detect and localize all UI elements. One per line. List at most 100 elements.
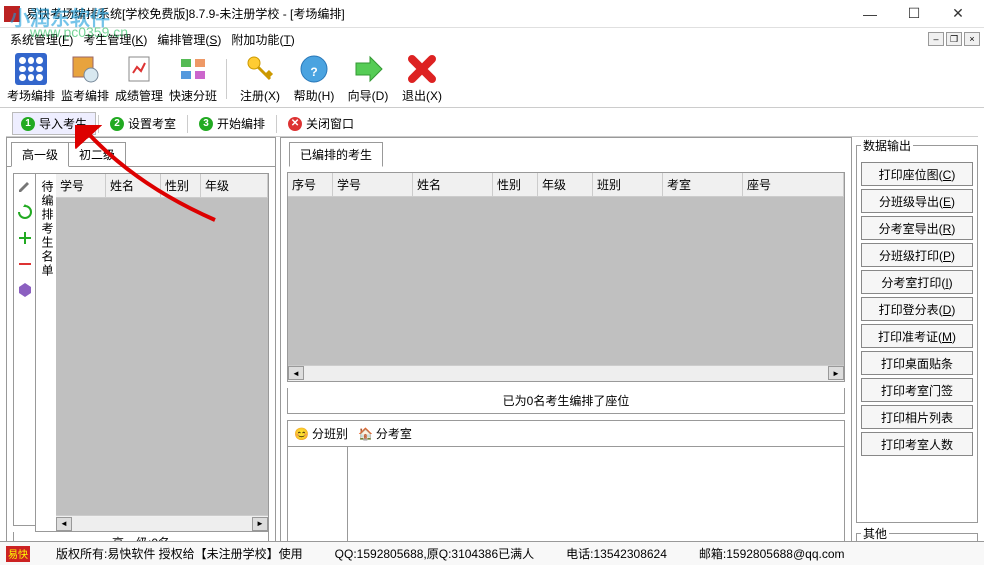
mdi-close[interactable]: × [964,32,980,46]
tab-grade2[interactable]: 初二级 [68,142,126,166]
scroll-left-icon[interactable]: ◄ [56,517,72,531]
tab-grade1[interactable]: 高一级 [11,142,69,167]
statusbar: 易快 版权所有:易快软件 授权给【未注册学校】使用 QQ:1592805688,… [0,541,984,565]
tb-score-mgr[interactable]: 成绩管理 [112,52,166,106]
content-area: 高一级 初二级 待编排考生名单 学号 姓名 性别 [0,137,984,563]
sub-set-room[interactable]: 2 设置考室 [101,112,185,135]
key-icon [244,53,276,85]
close-button[interactable]: ✕ [936,1,980,27]
tb-register[interactable]: 注册(X) [233,52,287,106]
group-other-title: 其他 [861,525,889,542]
col-name[interactable]: 姓名 [106,174,161,197]
edit-icon[interactable] [17,178,33,194]
grid-icon [15,53,47,85]
help-icon: ? [298,53,330,85]
mid-table-body[interactable] [288,197,844,365]
left-hscroll[interactable]: ◄ ► [56,515,268,531]
mid-panel: 已编排的考生 序号 学号 姓名 性别 年级 班别 考室 座号 ◄ ► 已为0名考… [280,137,852,559]
btn-print-seatmap[interactable]: 打印座位图(C) [861,162,973,186]
scroll-left-icon[interactable]: ◄ [288,366,304,380]
sub-close-window[interactable]: ✕ 关闭窗口 [279,112,363,135]
step3-icon: 3 [199,117,213,131]
col-class[interactable]: 班别 [593,173,663,196]
scroll-right-icon[interactable]: ► [252,517,268,531]
maximize-button[interactable]: ☐ [892,1,936,27]
step1-icon: 1 [21,117,35,131]
monitor-icon [69,53,101,85]
col-student-id[interactable]: 学号 [56,174,106,197]
window-title: 易快考场编排系统[学校免费版]8.7.9-未注册学校 - [考场编排] [26,5,848,22]
col-sgrade[interactable]: 年级 [538,173,593,196]
col-seq[interactable]: 序号 [288,173,333,196]
mid-lower-right[interactable] [348,447,844,551]
status-badge: 易快 [6,546,30,562]
col-gender[interactable]: 性别 [161,174,201,197]
mdi-minimize[interactable]: – [928,32,944,46]
tb-monitor-arrange[interactable]: 监考编排 [58,52,112,106]
tb-wizard[interactable]: 向导(D) [341,52,395,106]
col-seat[interactable]: 座号 [743,173,844,196]
sub-start-arrange[interactable]: 3 开始编排 [190,112,274,135]
class-icon [177,53,209,85]
left-panel: 高一级 初二级 待编排考生名单 学号 姓名 性别 [6,137,276,559]
btn-print-desklabel[interactable]: 打印桌面贴条 [861,351,973,375]
menu-system[interactable]: 系统管理(F) [6,29,77,50]
col-room[interactable]: 考室 [663,173,743,196]
btn-print-class[interactable]: 分班级打印(P) [861,243,973,267]
mid-lower-left[interactable] [288,447,348,551]
titlebar: 易快考场编排系统[学校免费版]8.7.9-未注册学校 - [考场编排] — ☐ … [0,0,984,28]
refresh-icon[interactable] [17,204,33,220]
app-icon [4,6,20,22]
col-sname[interactable]: 姓名 [413,173,493,196]
col-sid[interactable]: 学号 [333,173,413,196]
btn-print-photolist[interactable]: 打印相片列表 [861,405,973,429]
menu-arrange[interactable]: 编排管理(S) [153,29,225,50]
tb-quick-class[interactable]: 快速分班 [166,52,220,106]
mid-hscroll[interactable]: ◄ ► [288,365,844,381]
arrow-icon [352,53,384,85]
btn-print-scoresheet[interactable]: 打印登分表(D) [861,297,973,321]
tab-by-room[interactable]: 🏠分考室 [358,425,412,442]
tb-help[interactable]: ? 帮助(H) [287,52,341,106]
tb-exam-arrange[interactable]: 考场编排 [4,52,58,106]
left-table-body[interactable] [56,198,268,515]
status-tel: 电话:13542308624 [560,545,673,562]
minimize-button[interactable]: — [848,1,892,27]
left-table: 学号 姓名 性别 年级 ◄ ► [56,174,268,531]
sub-import-students[interactable]: 1 导入考生 [12,112,96,135]
main-toolbar: 考场编排 监考编排 成绩管理 快速分班 注册(X) ? 帮助(H) 向导(D) … [0,50,984,108]
smile-icon: 😊 [294,427,309,441]
menu-extra[interactable]: 附加功能(T) [227,29,298,50]
scroll-right-icon[interactable]: ► [828,366,844,380]
tab-by-class[interactable]: 😊分班别 [294,425,348,442]
tab-arranged[interactable]: 已编排的考生 [289,142,383,167]
menu-student[interactable]: 考生管理(K) [79,29,151,50]
btn-export-room[interactable]: 分考室导出(R) [861,216,973,240]
btn-export-class[interactable]: 分班级导出(E) [861,189,973,213]
home-icon: 🏠 [358,427,373,441]
btn-print-admit[interactable]: 打印准考证(M) [861,324,973,348]
step2-icon: 2 [110,117,124,131]
hex-icon[interactable] [17,282,33,298]
status-copyright: 版权所有:易快软件 授权给【未注册学校】使用 [50,545,309,562]
mid-tabs: 已编排的考生 [281,138,851,166]
status-qq: QQ:1592805688,原Q:3104386已满人 [329,545,540,562]
add-icon[interactable] [17,230,33,246]
left-vertical-label: 待编排考生名单 [36,174,56,531]
mdi-controls: – ❐ × [928,32,980,46]
btn-print-room[interactable]: 分考室打印(I) [861,270,973,294]
tb-exit[interactable]: 退出(X) [395,52,449,106]
mdi-restore[interactable]: ❐ [946,32,962,46]
sub-toolbar: 1 导入考生 2 设置考室 3 开始编排 ✕ 关闭窗口 [6,111,978,137]
left-tabs: 高一级 初二级 [7,138,275,167]
score-icon [123,53,155,85]
left-icon-bar [13,173,35,526]
svg-text:?: ? [310,65,317,79]
btn-print-roomcount[interactable]: 打印考室人数 [861,432,973,456]
mid-upper-table: 序号 学号 姓名 性别 年级 班别 考室 座号 ◄ ► [287,172,845,382]
col-sgender[interactable]: 性别 [493,173,538,196]
col-grade[interactable]: 年级 [201,174,268,197]
status-mail: 邮箱:1592805688@qq.com [693,545,851,562]
remove-icon[interactable] [17,256,33,272]
btn-print-doorsign[interactable]: 打印考室门签 [861,378,973,402]
